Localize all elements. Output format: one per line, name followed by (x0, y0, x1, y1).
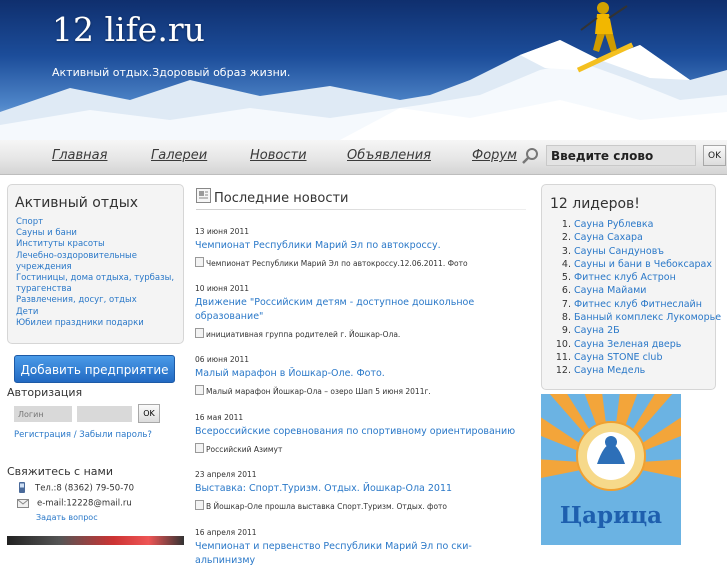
contact-email: e-mail:12228@mail.ru (17, 498, 132, 509)
newspaper-icon (196, 188, 211, 203)
phone-icon (19, 482, 25, 493)
contact-title: Свяжитесь с нами (7, 465, 113, 478)
leaders-panel: 12 лидеров! 1. Сауна Рублевка 2. Сауна Сах… (541, 184, 721, 390)
news-date: 13 июня 2011 (195, 227, 250, 236)
document-icon (195, 385, 204, 395)
search-input[interactable] (546, 145, 696, 166)
leader-item[interactable]: 5. Фитнес клуб Астрон (550, 271, 720, 284)
news-link[interactable]: Всероссийские соревнования по спортивном… (195, 425, 530, 439)
leaders-title: 12 лидеров! (550, 196, 640, 212)
news-date: 10 июня 2011 (195, 284, 250, 293)
document-icon (195, 500, 204, 510)
nav-news[interactable]: Новости (250, 148, 307, 163)
nav-galleries[interactable]: Галереи (151, 148, 207, 163)
site-tagline: Активный отдых.Здоровый образ жизни. (52, 66, 291, 79)
document-icon (195, 328, 204, 338)
leader-item[interactable]: 8. Банный комплекс Лукоморье (550, 311, 721, 324)
news-item: 16 апреля 2011 Чемпионат и первенство Ре… (195, 528, 530, 568)
leader-item[interactable]: 9. Сауна 2Б (550, 324, 720, 337)
news-item: 13 июня 2011 Чемпионат Республики Марий … (195, 227, 530, 268)
envelope-icon (17, 499, 29, 508)
ask-question-link[interactable]: Задать вопрос (36, 513, 98, 522)
news-item: 16 мая 2011 Всероссийские соревнования п… (195, 413, 530, 454)
news-header: Последние новости (196, 187, 536, 206)
news-date: 16 апреля 2011 (195, 528, 257, 537)
phone-text: Тел.:8 (8362) 79-50-70 (35, 483, 135, 494)
nav-home[interactable]: Главная (52, 148, 107, 163)
news-title: Последние новости (214, 191, 349, 206)
category-hotels[interactable]: Гостиницы, дома отдыха, турбазы, тураген… (16, 273, 181, 295)
news-summary: Малый марафон Йошкар-Ола – озеро Шап 5 и… (195, 385, 530, 396)
category-health[interactable]: Лечебно-оздоровительные учреждения (16, 251, 181, 273)
news-item: 06 июня 2011 Малый марафон в Йошкар-Оле.… (195, 355, 530, 396)
news-date: 16 мая 2011 (195, 413, 244, 422)
category-kids[interactable]: Дети (16, 307, 181, 318)
news-item: 10 июня 2011 Движение "Российским детям … (195, 284, 530, 339)
leader-item[interactable]: 4. Сауны и бани в Чебоксарах (550, 258, 720, 271)
news-summary: Чемпионат Республики Марий Эл по автокро… (195, 257, 530, 268)
email-text: e-mail:12228@mail.ru (37, 498, 132, 509)
password-input[interactable] (77, 406, 132, 422)
search-icon (522, 148, 538, 164)
news-summary: инициативная группа родителей г. Йошкар-… (195, 328, 530, 339)
category-beauty[interactable]: Институты красоты (16, 239, 181, 250)
site-logo-title[interactable]: 12 life.ru (52, 10, 205, 49)
news-date: 23 апреля 2011 (195, 470, 257, 479)
leader-item[interactable]: 11. Сауна STONE club (550, 351, 720, 364)
nav-classifieds[interactable]: Объявления (347, 148, 431, 163)
leader-item[interactable]: 2. Сауна Сахара (550, 231, 720, 244)
news-date: 06 июня 2011 (195, 355, 250, 364)
add-company-button[interactable]: Добавить предприятие (14, 355, 175, 383)
category-gifts[interactable]: Юбилеи праздники подарки (16, 318, 181, 329)
categories-list: Спорт Сауны и бани Институты красоты Леч… (16, 217, 181, 329)
document-icon (195, 257, 204, 267)
contact-phone: Тел.:8 (8362) 79-50-70 (17, 482, 134, 494)
news-item: 23 апреля 2011 Выставка: Спорт.Туризм. О… (195, 470, 530, 511)
news-divider (196, 209, 526, 210)
auth-links: Регистрация / Забыли пароль? (14, 430, 152, 440)
search-button[interactable]: OK (703, 145, 726, 166)
left-bottom-banner[interactable] (7, 536, 184, 545)
news-link[interactable]: Чемпионат и первенство Республики Марий … (195, 540, 530, 568)
leader-item[interactable]: 3. Сауны Сандуновъ (550, 245, 720, 258)
news-summary: В Йошкар-Оле прошла выставка Спорт.Туриз… (195, 500, 530, 511)
banner-text: Царица (559, 502, 663, 529)
news-link[interactable]: Чемпионат Республики Марий Эл по автокро… (195, 239, 530, 253)
news-summary: Российский Азимут (195, 443, 530, 454)
leader-item[interactable]: 7. Фитнес клуб Фитнеслайн (550, 298, 720, 311)
leaders-list: 1. Сауна Рублевка 2. Сауна Сахара 3. Сауны … (550, 218, 721, 378)
category-sport[interactable]: Спорт (16, 217, 181, 228)
site-header: 12 life.ru Активный отдых.Здоровый образ… (0, 0, 727, 140)
leader-item[interactable]: 1. Сауна Рублевка (550, 218, 720, 231)
leader-item[interactable]: 6. Сауна Майами (550, 284, 720, 297)
login-button[interactable]: OK (138, 404, 160, 423)
leader-item[interactable]: 12. Сауна Медель (550, 364, 720, 377)
register-forgot-link[interactable]: Регистрация / Забыли пароль? (14, 430, 152, 440)
category-saunas[interactable]: Сауны и бани (16, 228, 181, 239)
category-entertainment[interactable]: Развлечения, досуг, отдых (16, 295, 181, 306)
login-input[interactable] (14, 406, 72, 422)
auth-title: Авторизация (7, 386, 83, 399)
categories-title: Активный отдых (15, 195, 139, 211)
news-link[interactable]: Движение "Российским детям - доступное д… (195, 296, 530, 324)
news-link[interactable]: Выставка: Спорт.Туризм. Отдых. Йошкар-Ол… (195, 482, 530, 496)
categories-panel: Активный отдых Спорт Сауны и бани Инстит… (7, 184, 184, 344)
document-icon (195, 443, 204, 453)
tsaritsa-ad-banner[interactable]: Царица (541, 394, 681, 545)
news-link[interactable]: Малый марафон в Йошкар-Оле. Фото. (195, 367, 530, 381)
nav-forum[interactable]: Форум (472, 148, 517, 163)
leader-item[interactable]: 10. Сауна Зеленая дверь (550, 338, 720, 351)
